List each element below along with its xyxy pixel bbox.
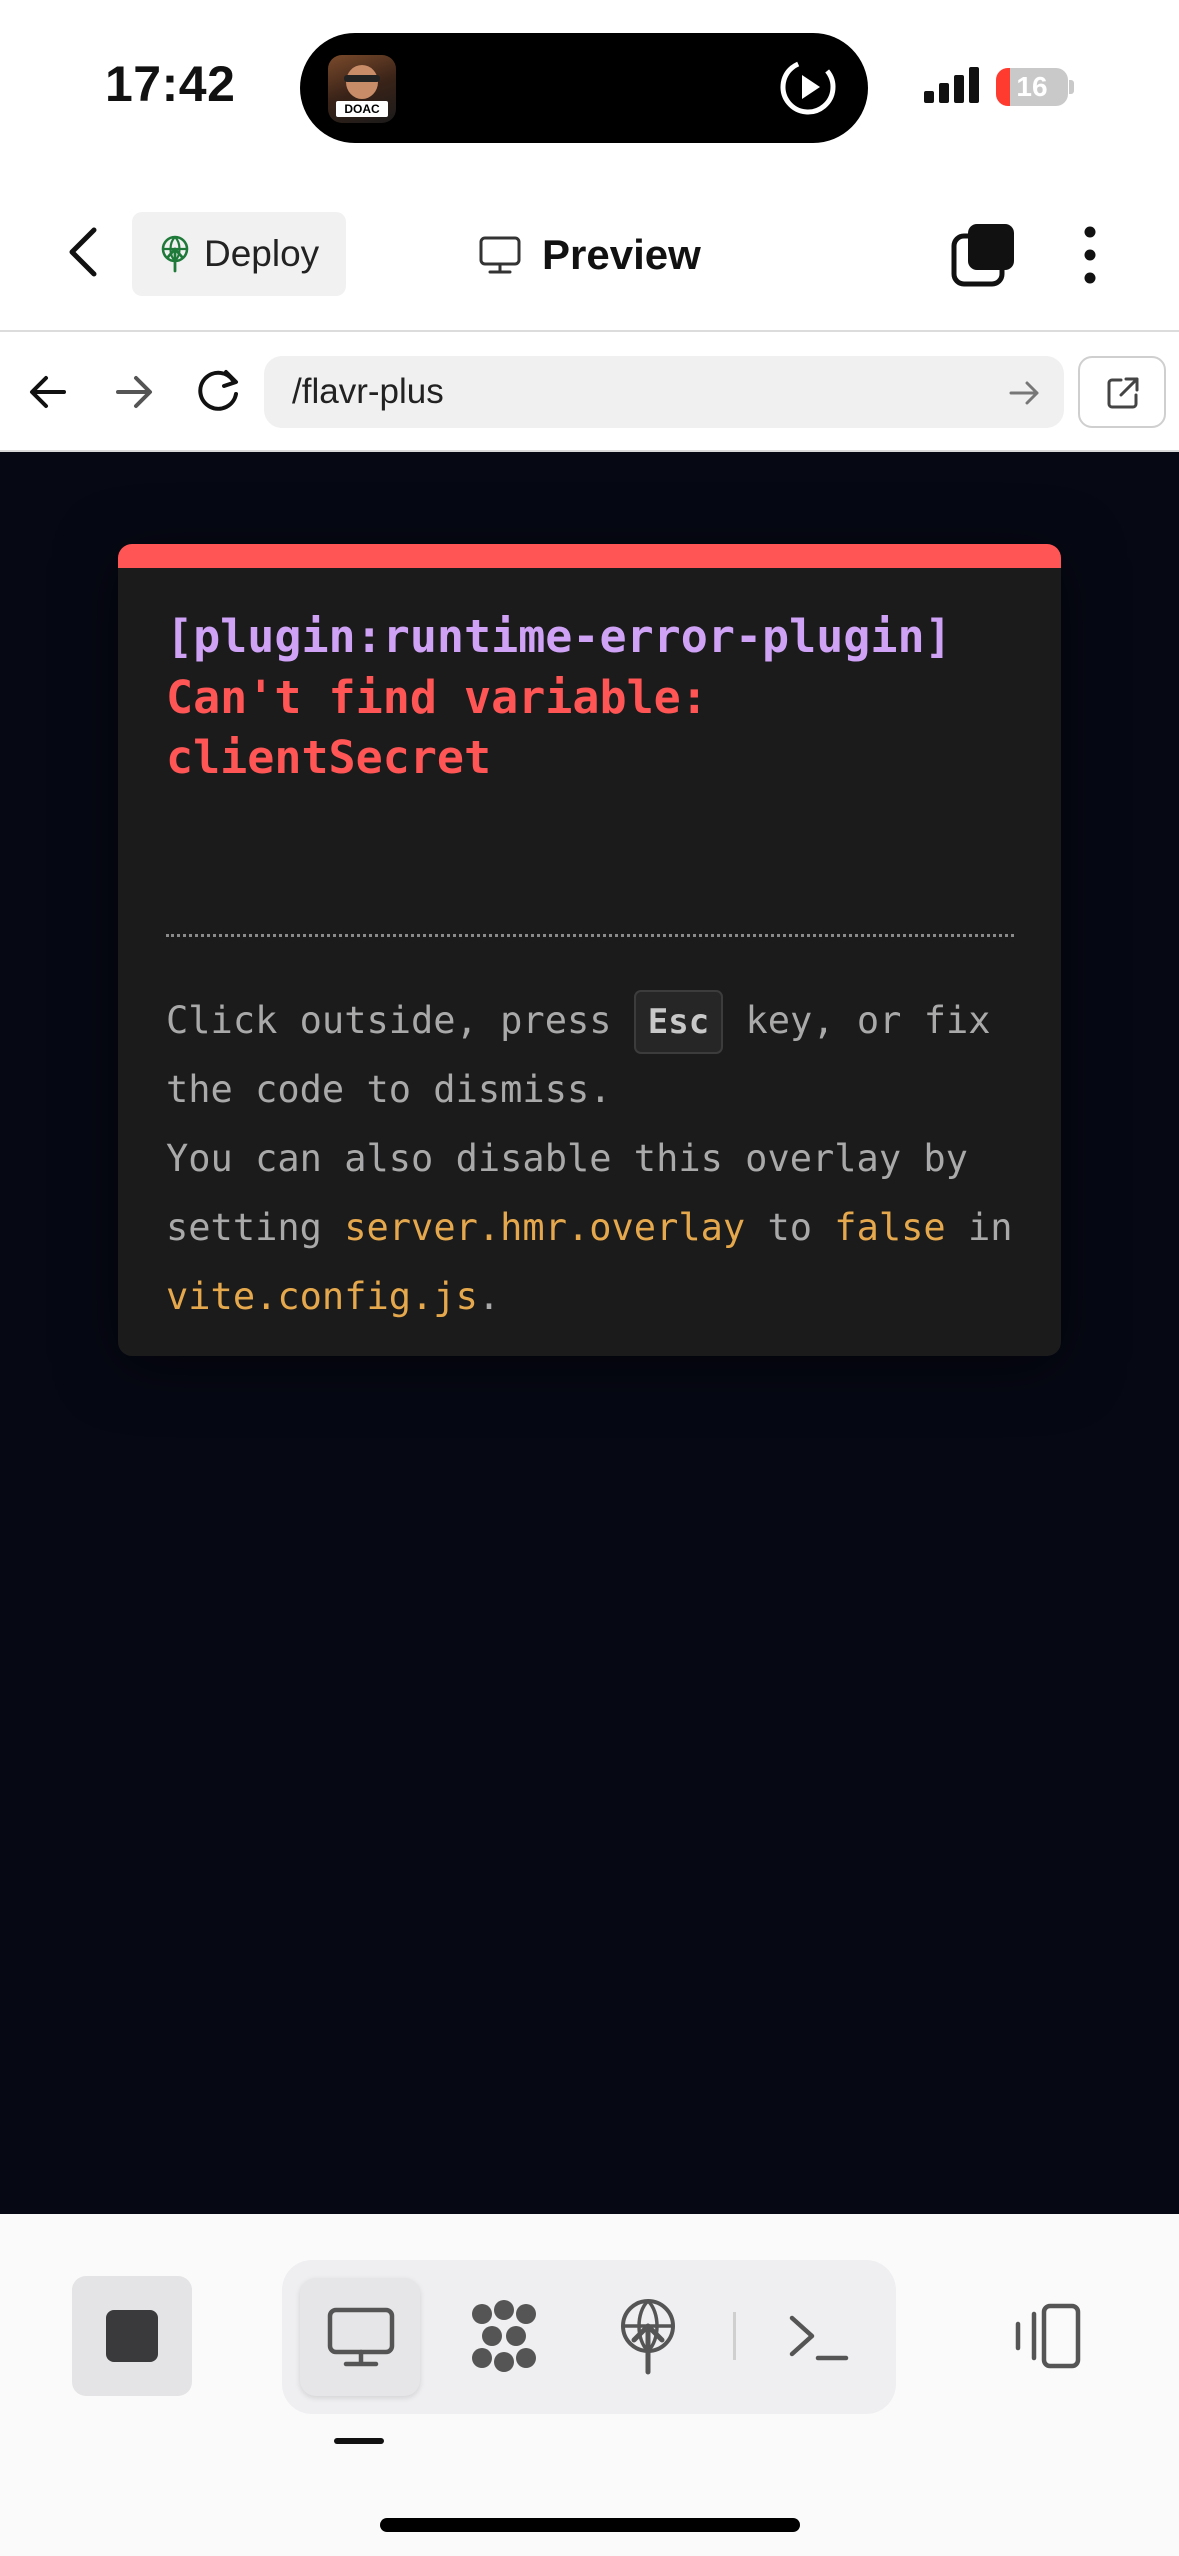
more-vertical-icon[interactable] [1070,222,1110,288]
tip-text: . [477,1275,501,1318]
now-playing-badge: DOAC [336,101,388,117]
panel-toggle-icon[interactable] [1008,2300,1084,2372]
active-tab-indicator [334,2438,384,2444]
deploy-button[interactable]: Deploy [132,212,346,296]
external-link-icon [1107,377,1139,409]
error-overlay-card[interactable]: [plugin:runtime-error-plugin] Can't find… [118,544,1061,1356]
tip-text: in [945,1206,1013,1249]
tip-code: false [834,1206,946,1249]
now-playing-artwork[interactable]: DOAC [328,55,396,123]
stop-icon [106,2310,158,2362]
esc-key-badge: Esc [633,990,724,1054]
arrow-left-icon[interactable] [24,362,74,422]
toolbar-separator [733,2312,736,2360]
battery-cap [1069,80,1074,94]
deploy-icon[interactable] [612,2296,684,2376]
chevron-left-icon[interactable] [60,222,110,282]
battery-level: 16 [1016,71,1048,102]
tabs-icon[interactable] [950,222,1016,288]
cluster-icon[interactable] [466,2298,542,2374]
home-indicator[interactable] [380,2518,800,2532]
go-arrow-icon[interactable] [1005,373,1045,413]
play-icon[interactable] [778,57,838,117]
tip-code: vite.config.js [166,1275,478,1318]
monitor-icon [327,2307,395,2367]
tip-text: Click outside, press [166,999,634,1042]
stop-button[interactable] [72,2276,192,2396]
url-path[interactable]: /flavr-plus [292,372,444,412]
terminal-icon[interactable] [786,2306,850,2368]
error-tip: Click outside, press Esc key, or fix the… [166,986,1026,1331]
status-time: 17:42 [105,56,236,112]
monitor-icon [479,236,521,274]
tip-code: server.hmr.overlay [344,1206,746,1249]
battery-icon: 16 [996,68,1068,106]
deploy-icon [161,235,189,273]
preview-label: Preview [542,231,701,278]
error-plugin-name: [plugin:runtime-error-plugin] [166,610,952,663]
reload-icon[interactable] [190,360,246,422]
deploy-label: Deploy [204,233,320,274]
preview-title[interactable]: Preview [478,220,701,290]
error-message: Can't find variable: clientSecret [166,671,708,784]
cellular-signal-icon [924,67,979,103]
error-divider [166,934,1014,937]
tip-text: to [745,1206,835,1249]
open-external-button[interactable] [1078,356,1166,428]
arrow-right-icon[interactable] [108,362,158,422]
preview-viewport[interactable]: [plugin:runtime-error-plugin] Can't find… [0,452,1179,2214]
